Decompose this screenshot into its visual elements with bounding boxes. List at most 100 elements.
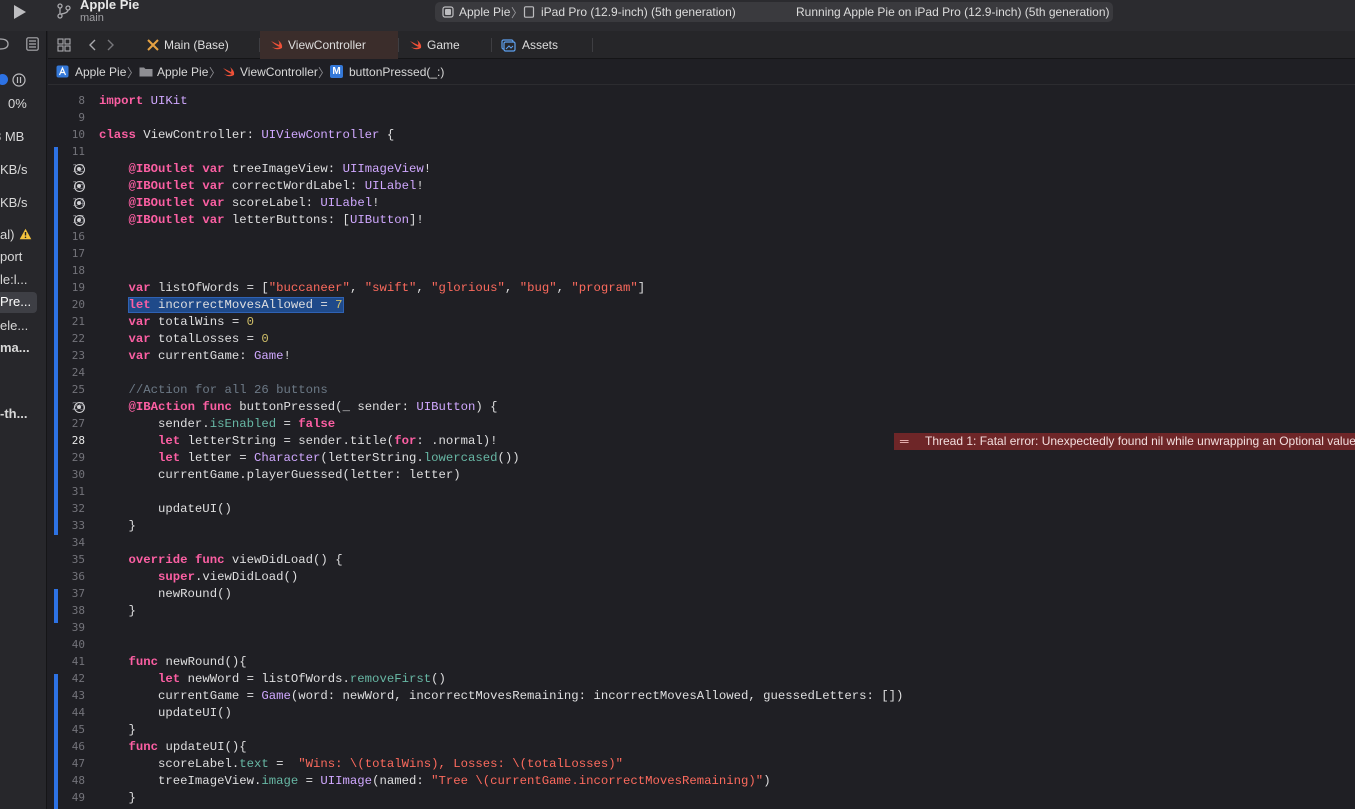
code-line[interactable]: 49 } bbox=[48, 790, 1355, 807]
code-line[interactable]: 26 @IBAction func buttonPressed(_ sender… bbox=[48, 399, 1355, 416]
code-text: var currentGame: Game! bbox=[128, 349, 291, 363]
code-line[interactable]: 43 currentGame = Game(word: newWord, inc… bbox=[48, 688, 1355, 705]
line-number: 22 bbox=[71, 332, 85, 345]
code-text: } bbox=[99, 519, 136, 533]
code-line[interactable]: 20 let incorrectMovesAllowed = 7 bbox=[48, 297, 1355, 314]
outlet-connection-icon[interactable] bbox=[74, 164, 85, 175]
code-line[interactable]: 44 updateUI() bbox=[48, 705, 1355, 722]
code-line[interactable]: 35 override func viewDidLoad() { bbox=[48, 552, 1355, 569]
breadcrumb-project[interactable]: Apple Pie bbox=[75, 65, 126, 79]
code-line[interactable]: 23 var currentGame: Game! bbox=[48, 348, 1355, 365]
code-line[interactable]: 27 sender.isEnabled = false bbox=[48, 416, 1355, 433]
code-line[interactable]: 18 bbox=[48, 263, 1355, 280]
code-line[interactable]: 8 import UIKit bbox=[48, 93, 1355, 110]
code-line[interactable]: 12 @IBOutlet var treeImageView: UIImageV… bbox=[48, 161, 1355, 178]
network-usage: KB/s bbox=[0, 195, 28, 210]
code-line[interactable]: 41 func newRound(){ bbox=[48, 654, 1355, 671]
project-name: Apple Pie bbox=[80, 0, 140, 12]
tab-game[interactable]: Game bbox=[399, 31, 491, 59]
breadcrumb-file[interactable]: ViewController bbox=[240, 65, 318, 79]
code-line[interactable]: 17 bbox=[48, 246, 1355, 263]
error-menu-icon[interactable]: ═ bbox=[900, 434, 909, 448]
scheme-selector[interactable]: Apple Pie bbox=[459, 5, 510, 19]
code-line[interactable]: 24 bbox=[48, 365, 1355, 382]
selected-stack-frame[interactable]: Pre... bbox=[0, 294, 31, 309]
thread-item[interactable]: port bbox=[0, 249, 22, 264]
code-line[interactable]: 9 bbox=[48, 110, 1355, 127]
code-line[interactable]: 45 } bbox=[48, 722, 1355, 739]
code-line[interactable]: 29 let letter = Character(letterString.l… bbox=[48, 450, 1355, 467]
run-button[interactable] bbox=[8, 2, 30, 22]
code-line[interactable]: 19 var listOfWords = ["buccaneer", "swif… bbox=[48, 280, 1355, 297]
breadcrumb-separator: 〉 bbox=[318, 66, 331, 80]
line-number: 27 bbox=[71, 417, 85, 430]
outlet-connection-icon[interactable] bbox=[74, 181, 85, 192]
line-number: 20 bbox=[71, 298, 85, 311]
branch-name: main bbox=[80, 12, 104, 24]
code-line[interactable]: 36 super.viewDidLoad() bbox=[48, 569, 1355, 586]
tab-main-base[interactable]: Main (Base) bbox=[136, 31, 259, 59]
breadcrumb-folder[interactable]: Apple Pie bbox=[157, 65, 208, 79]
grid-icon[interactable] bbox=[57, 38, 71, 52]
tab-label: Main (Base) bbox=[164, 38, 229, 52]
line-number: 47 bbox=[71, 757, 85, 770]
code-line[interactable]: 40 bbox=[48, 637, 1355, 654]
line-number: 46 bbox=[71, 740, 85, 753]
code-line[interactable]: 38 } bbox=[48, 603, 1355, 620]
code-line[interactable]: 39 bbox=[48, 620, 1355, 637]
forward-chevron-icon[interactable] bbox=[106, 39, 115, 51]
navigator-toggle-icon[interactable] bbox=[0, 37, 12, 51]
code-line[interactable]: 48 treeImageView.image = UIImage(named: … bbox=[48, 773, 1355, 790]
thread-item-label[interactable]: al) bbox=[0, 227, 14, 242]
interface-builder-icon bbox=[147, 39, 159, 51]
destination-selector[interactable]: iPad Pro (12.9-inch) (5th generation) bbox=[541, 5, 736, 19]
line-number: 42 bbox=[71, 672, 85, 685]
outlet-connection-icon[interactable] bbox=[74, 402, 85, 413]
code-line[interactable]: 37 newRound() bbox=[48, 586, 1355, 603]
line-number: 18 bbox=[71, 264, 85, 277]
code-text: treeImageView.image = UIImage(named: "Tr… bbox=[99, 774, 771, 788]
code-text: //Action for all 26 buttons bbox=[128, 383, 328, 397]
tab-label: Game bbox=[427, 38, 460, 52]
scheme-destination-bar[interactable]: Apple Pie 〉 iPad Pro (12.9-inch) (5th ge… bbox=[435, 2, 1113, 22]
code-line[interactable]: 22 var totalLosses = 0 bbox=[48, 331, 1355, 348]
stack-frame[interactable]: ma... bbox=[0, 340, 30, 355]
code-line[interactable]: 32 updateUI() bbox=[48, 501, 1355, 518]
code-text: func updateUI(){ bbox=[128, 740, 247, 754]
code-line[interactable]: 47 scoreLabel.text = "Wins: \(totalWins)… bbox=[48, 756, 1355, 773]
tab-viewcontroller[interactable]: ViewController bbox=[260, 31, 398, 59]
code-line[interactable]: 31 bbox=[48, 484, 1355, 501]
code-text: let newWord = listOfWords.removeFirst() bbox=[158, 672, 446, 686]
code-text: updateUI() bbox=[99, 502, 232, 516]
code-line[interactable]: 10 class ViewController: UIViewController… bbox=[48, 127, 1355, 144]
code-line[interactable]: 25 //Action for all 26 buttons bbox=[48, 382, 1355, 399]
outlet-connection-icon[interactable] bbox=[74, 198, 85, 209]
code-line[interactable]: 34 bbox=[48, 535, 1355, 552]
code-line[interactable]: 21 var totalWins = 0 bbox=[48, 314, 1355, 331]
tab-assets[interactable]: Assets bbox=[492, 31, 592, 59]
code-line[interactable]: 42 let newWord = listOfWords.removeFirst… bbox=[48, 671, 1355, 688]
stack-frame[interactable]: ele... bbox=[0, 318, 28, 333]
source-editor[interactable]: 8 import UIKit 9 10 class ViewController: UI… bbox=[48, 85, 1355, 809]
code-line[interactable]: 16 bbox=[48, 229, 1355, 246]
breadcrumb-symbol[interactable]: buttonPressed(_:) bbox=[349, 65, 444, 79]
line-number: 9 bbox=[78, 111, 85, 124]
line-number: 45 bbox=[71, 723, 85, 736]
inspector-list-icon[interactable] bbox=[26, 37, 39, 51]
code-line[interactable]: 15 @IBOutlet var letterButtons: [UIButto… bbox=[48, 212, 1355, 229]
line-number: 32 bbox=[71, 502, 85, 515]
code-line[interactable]: 13 @IBOutlet var correctWordLabel: UILab… bbox=[48, 178, 1355, 195]
thread-item[interactable]: le:l... bbox=[0, 272, 27, 287]
code-line[interactable]: 33 } bbox=[48, 518, 1355, 535]
code-line[interactable]: 14 @IBOutlet var scoreLabel: UILabel! bbox=[48, 195, 1355, 212]
pause-icon[interactable] bbox=[12, 73, 26, 87]
line-number: 48 bbox=[71, 774, 85, 787]
code-line[interactable]: 46 func updateUI(){ bbox=[48, 739, 1355, 756]
code-line[interactable]: 11 bbox=[48, 144, 1355, 161]
code-line[interactable]: 30 currentGame.playerGuessed(letter: let… bbox=[48, 467, 1355, 484]
code-text: @IBAction func buttonPressed(_ sender: U… bbox=[128, 400, 498, 414]
stack-frame[interactable]: -th... bbox=[0, 406, 27, 421]
runtime-error-banner[interactable]: ═ Thread 1: Fatal error: Unexpectedly fo… bbox=[894, 433, 1355, 450]
outlet-connection-icon[interactable] bbox=[74, 215, 85, 226]
back-chevron-icon[interactable] bbox=[88, 39, 97, 51]
